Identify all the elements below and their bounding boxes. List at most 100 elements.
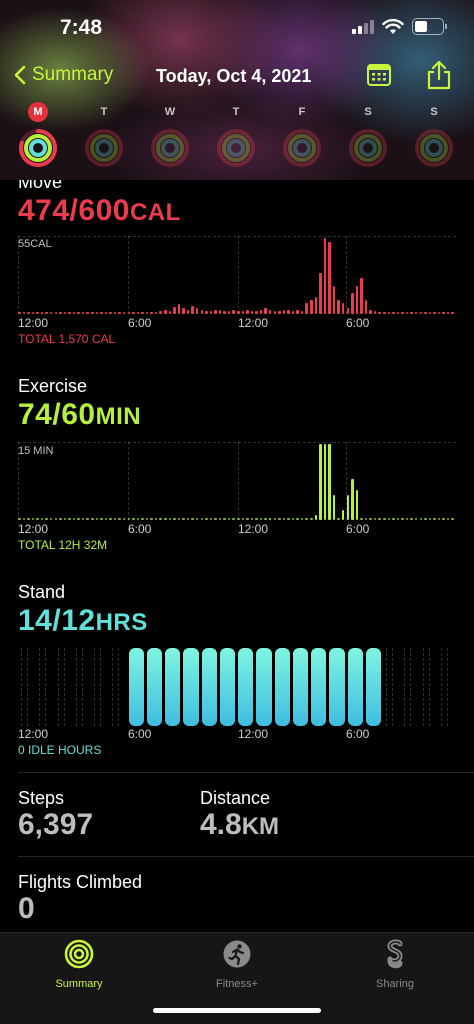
- chart-bar: [127, 311, 130, 314]
- status-bar: 7:48: [0, 0, 474, 56]
- chart-bar: [355, 489, 359, 520]
- day-4[interactable]: F: [282, 102, 322, 173]
- chart-bar: [424, 517, 427, 520]
- chart-bar: [305, 302, 308, 314]
- chart-bar: [419, 517, 422, 520]
- chart-bar: [63, 517, 67, 520]
- axis-tick-label: 6:00: [346, 727, 370, 741]
- chart-bar: [237, 311, 240, 314]
- chart-bar: [81, 311, 85, 314]
- chart-bar: [282, 309, 286, 314]
- chart-bar: [296, 517, 299, 520]
- move-chart: [18, 236, 456, 314]
- tab-fitness-plus[interactable]: Fitness+: [177, 939, 297, 990]
- chart-bar: [378, 517, 381, 520]
- week-selector: MTWTFSS: [0, 102, 474, 174]
- chart-bar: [173, 307, 176, 314]
- chart-bar: [256, 648, 272, 726]
- axis-tick-label: 12:00: [18, 522, 49, 536]
- tab-sharing-label: Sharing: [376, 978, 414, 990]
- axis-tick-label: 6:00: [346, 522, 370, 536]
- day-0[interactable]: M: [18, 102, 58, 173]
- chart-bar: [186, 309, 190, 314]
- chart-bar: [223, 517, 226, 520]
- chart-bar: [255, 311, 258, 314]
- empty-hour-marker: [27, 648, 28, 726]
- stand-chart: [18, 648, 456, 726]
- empty-hour-marker: [422, 648, 424, 726]
- chart-bar: [364, 517, 368, 520]
- chart-bar: [310, 517, 313, 520]
- chart-bar: [18, 311, 21, 314]
- empty-hour-marker: [404, 648, 406, 726]
- chart-bar: [446, 311, 450, 314]
- chart-bar: [200, 309, 203, 314]
- chart-bar: [165, 648, 181, 726]
- chart-bar: [209, 517, 213, 520]
- chart-bar: [305, 517, 308, 520]
- exercise-chart: [18, 442, 456, 520]
- chart-bar: [146, 648, 162, 726]
- gridline: [238, 236, 239, 314]
- day-1[interactable]: T: [84, 102, 124, 173]
- chart-bar: [274, 648, 290, 726]
- back-button[interactable]: Summary: [14, 64, 113, 86]
- chart-bar: [22, 311, 26, 314]
- chart-bar: [150, 311, 153, 314]
- chart-bar: [191, 517, 194, 520]
- chart-bar: [40, 517, 44, 520]
- chart-bar: [68, 517, 71, 520]
- chart-bar: [241, 517, 245, 520]
- chart-bar: [95, 311, 99, 314]
- chart-bar: [410, 311, 413, 314]
- tab-summary[interactable]: Summary: [19, 939, 139, 990]
- chart-bar: [424, 311, 427, 314]
- empty-hour-marker: [75, 648, 77, 726]
- chart-bar: [201, 648, 217, 726]
- chart-bar: [31, 311, 35, 314]
- exercise-total: TOTAL 12H 32M: [18, 538, 108, 552]
- chart-bar: [346, 494, 349, 520]
- axis-tick-label: 12:00: [238, 316, 269, 330]
- chart-bar: [329, 648, 345, 726]
- chart-bar: [291, 517, 295, 520]
- day-5[interactable]: S: [348, 102, 388, 173]
- calendar-icon[interactable]: [366, 62, 392, 88]
- axis-tick-label: 6:00: [128, 316, 152, 330]
- chart-bar: [40, 311, 44, 314]
- chart-bar: [232, 309, 235, 314]
- day-letter: S: [364, 106, 372, 118]
- chart-bar: [310, 300, 313, 314]
- running-figure-icon: [223, 940, 251, 968]
- empty-hour-marker: [57, 648, 59, 726]
- tab-fitness-plus-label: Fitness+: [216, 978, 258, 990]
- stand-total: 0 IDLE HOURS: [18, 743, 102, 757]
- day-2[interactable]: W: [150, 102, 190, 173]
- chart-bar: [410, 517, 413, 520]
- header-background: 7:48 Summary Today, Oct 4, 2021 M T W T …: [0, 0, 474, 180]
- chart-bar: [433, 311, 436, 314]
- tab-sharing[interactable]: Sharing: [335, 939, 455, 990]
- exercise-label: Exercise: [18, 376, 88, 396]
- chart-bar: [401, 517, 404, 520]
- chart-bar: [168, 311, 172, 314]
- share-icon[interactable]: [426, 60, 452, 90]
- day-3[interactable]: T: [216, 102, 256, 173]
- chart-bar: [278, 311, 281, 314]
- chart-bar: [300, 311, 304, 314]
- axis-tick-label: 6:00: [346, 316, 370, 330]
- day-6[interactable]: S: [414, 102, 454, 173]
- empty-hour-marker: [21, 648, 22, 726]
- day-letter: F: [298, 106, 306, 118]
- gridline: [18, 442, 19, 520]
- chart-bar: [268, 517, 272, 520]
- chart-bar: [250, 517, 254, 520]
- chart-bar: [122, 517, 126, 520]
- chart-bar: [81, 517, 85, 520]
- chart-bar: [159, 517, 162, 520]
- chart-bar: [195, 517, 199, 520]
- sharing-icon: [387, 939, 403, 969]
- chart-bar: [173, 517, 176, 520]
- move-label: Move: [18, 180, 63, 192]
- chart-bar: [347, 648, 363, 726]
